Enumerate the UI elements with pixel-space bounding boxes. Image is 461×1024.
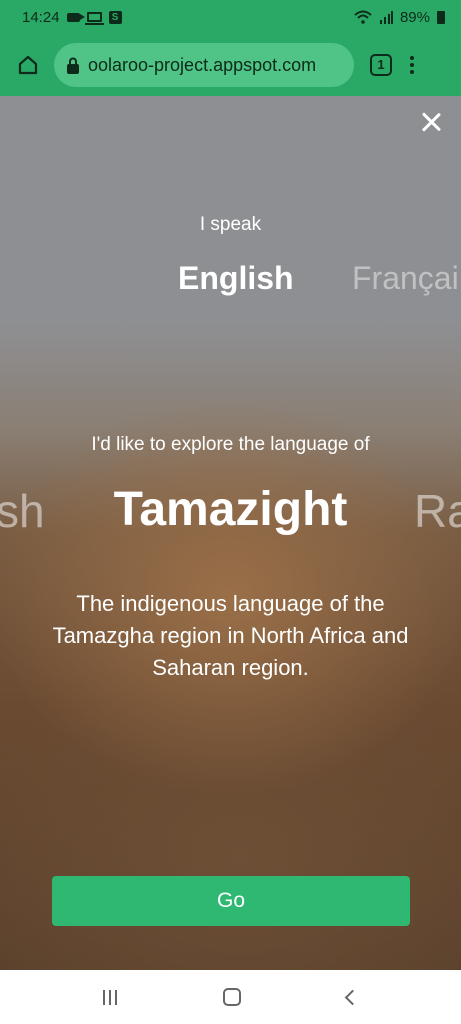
explore-label: I'd like to explore the language of [91, 434, 370, 455]
status-time: 14:24 [22, 8, 60, 26]
battery-icon [437, 10, 445, 24]
laptop-icon [84, 12, 104, 25]
wifi-icon [354, 10, 372, 24]
close-icon[interactable] [419, 110, 443, 134]
recent-apps-icon[interactable] [103, 989, 117, 1005]
url-text: oolaroo-project.appspot.com [88, 54, 317, 75]
signal-icon [379, 11, 393, 24]
speak-label: I speak [199, 214, 262, 235]
browser-toolbar: oolaroo-project.appspot.com 1 [0, 34, 461, 96]
target-language-next[interactable]: Ra [414, 484, 461, 538]
address-bar[interactable]: oolaroo-project.appspot.com [54, 43, 354, 87]
go-button[interactable]: Go [52, 876, 410, 926]
language-picker: I speak English Françai I'd like to expl… [0, 96, 461, 970]
language-description: The indigenous language of the Tamazgha … [52, 591, 409, 680]
more-options-icon[interactable] [410, 56, 414, 74]
tab-switcher-button[interactable]: 1 [370, 54, 392, 76]
home-button[interactable] [10, 47, 46, 83]
speak-language-selected[interactable]: English [178, 260, 294, 297]
home-icon [18, 55, 38, 75]
home-nav-icon[interactable] [223, 988, 241, 1006]
battery-level: 89% [399, 8, 430, 26]
speak-language-next[interactable]: Françai [352, 260, 459, 297]
video-camera-icon [66, 12, 85, 22]
s-app-icon: S [108, 10, 122, 24]
lock-icon [67, 57, 79, 74]
status-bar: 14:24 S 89% [0, 0, 461, 34]
back-icon[interactable] [344, 989, 361, 1005]
target-language-selected[interactable]: Tamazight [0, 482, 461, 537]
system-nav-bar [0, 970, 461, 1024]
